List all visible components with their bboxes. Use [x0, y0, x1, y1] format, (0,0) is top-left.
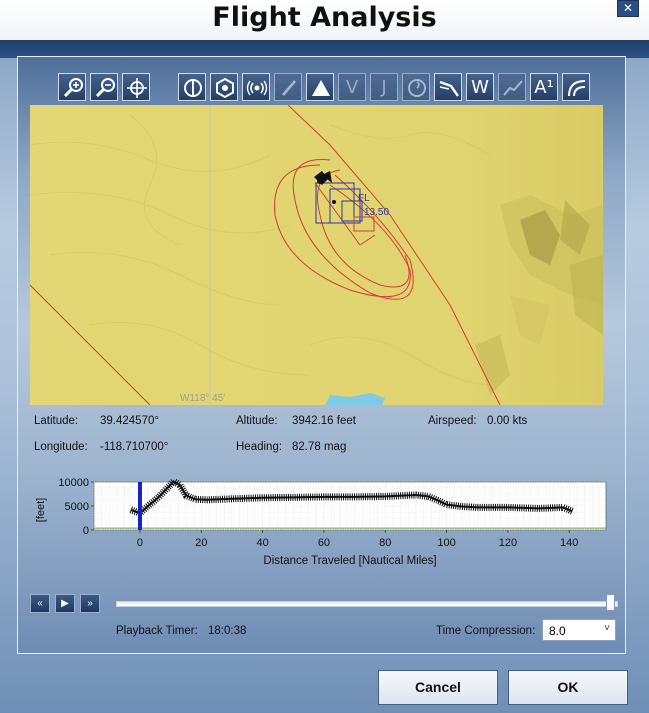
close-icon[interactable]: ✕: [617, 0, 639, 17]
window-title: Flight Analysis: [212, 2, 437, 33]
triangle-icon: [312, 80, 330, 96]
center-crosshair-icon: [127, 78, 147, 98]
playback-slider-thumb[interactable]: [606, 594, 615, 611]
altitude-profile-svg: 0 20 40 60 80 100 120 140 0 5000 10000 [feet] Dist…: [35, 477, 607, 567]
pencil-button[interactable]: [274, 73, 302, 101]
pencil-icon: [282, 80, 296, 96]
arc-button[interactable]: [562, 73, 590, 101]
heading-label: Heading:: [236, 441, 283, 453]
triangle-button[interactable]: [306, 73, 334, 101]
y-tick-label: 5000: [65, 501, 89, 513]
airspeed-label: Airspeed:: [428, 415, 477, 427]
altitude-a-icon: A¹: [534, 77, 554, 98]
x-tick-label: 60: [318, 537, 330, 549]
playback-timer-value: 18:0:38: [208, 625, 247, 637]
longitude-value: -118.710700°: [100, 441, 169, 453]
cancel-button[interactable]: Cancel: [378, 670, 498, 705]
time-compression-label: Time Compression:: [436, 625, 536, 637]
time-compression-select[interactable]: 8.0 ˅: [542, 619, 616, 641]
x-tick-label: 20: [195, 537, 207, 549]
waypoint-label: FL: [358, 193, 370, 204]
arc-icon: [568, 80, 586, 97]
altitude-label: Altitude:: [236, 415, 278, 427]
letter-j-button[interactable]: J: [370, 73, 398, 101]
play-button[interactable]: ▶: [55, 594, 75, 613]
playback-timer-label: Playback Timer:: [116, 625, 198, 637]
y-tick-label: 10000: [58, 478, 89, 489]
hexagon-button[interactable]: [210, 73, 238, 101]
radio-signal-icon: [246, 80, 268, 96]
x-tick-label: 120: [499, 537, 517, 549]
center-button[interactable]: [122, 73, 150, 101]
y-tick-label: 0: [83, 525, 89, 537]
time-compression-value: 8.0: [549, 624, 566, 638]
zoom-in-icon: [63, 78, 83, 98]
hexagon-icon: [216, 77, 234, 99]
tail-icon: [439, 80, 459, 97]
x-axis-label: Distance Traveled [Nautical Miles]: [263, 555, 436, 567]
rewind-button[interactable]: «: [30, 594, 50, 613]
half-circle-button[interactable]: [178, 73, 206, 101]
tail-button[interactable]: [434, 73, 462, 101]
fast-forward-button[interactable]: »: [80, 594, 100, 613]
radio-signal-button[interactable]: [242, 73, 270, 101]
x-tick-label: 100: [437, 537, 455, 549]
longitude-label: Longitude:: [34, 441, 88, 453]
weather-w-button[interactable]: W: [466, 73, 494, 101]
latitude-label: Latitude:: [34, 415, 79, 427]
altitude-value: 3942.16 feet: [292, 415, 356, 427]
zoom-out-button[interactable]: [90, 73, 118, 101]
ok-button[interactable]: OK: [508, 670, 628, 705]
heading-value: 82.78 mag: [292, 441, 347, 453]
swirl-icon: [408, 79, 426, 97]
weather-w-icon: W: [471, 77, 489, 98]
grid-label: W118° 45': [180, 393, 225, 404]
x-tick-label: 40: [256, 537, 268, 549]
flight-map[interactable]: W118° 45' FL 13.50: [30, 105, 603, 405]
playback-slider-track[interactable]: [116, 601, 618, 607]
altitude-profile-chart[interactable]: 0 20 40 60 80 100 120 140 0 5000 10000 [feet] Dist…: [30, 477, 610, 570]
waypoint-value: 13.50: [364, 207, 389, 218]
letter-v-button[interactable]: V: [338, 73, 366, 101]
swirl-button[interactable]: [402, 73, 430, 101]
latitude-value: 39.424570°: [100, 415, 159, 427]
x-tick-label: 0: [137, 537, 143, 549]
x-tick-label: 140: [560, 537, 578, 549]
x-tick-label: 80: [379, 537, 391, 549]
chevron-down-icon: ˅: [604, 623, 610, 634]
map-canvas: W118° 45' FL 13.50: [30, 105, 603, 405]
y-axis-label: [feet]: [35, 498, 47, 522]
flight-analysis-window: Flight Analysis ✕ V J W A¹ W118° 45' FL …: [0, 0, 649, 713]
letter-j-icon: J: [381, 77, 387, 98]
airspeed-value: 0.00 kts: [487, 415, 528, 427]
letter-v-icon: V: [345, 77, 359, 98]
half-circle-icon: [184, 79, 202, 97]
zoom-out-icon: [95, 78, 115, 98]
altitude-a-button[interactable]: A¹: [530, 73, 558, 101]
zoom-in-button[interactable]: [58, 73, 86, 101]
trend-line-button[interactable]: [498, 73, 526, 101]
title-bar: Flight Analysis ✕: [0, 0, 649, 40]
trend-line-icon: [503, 80, 523, 96]
